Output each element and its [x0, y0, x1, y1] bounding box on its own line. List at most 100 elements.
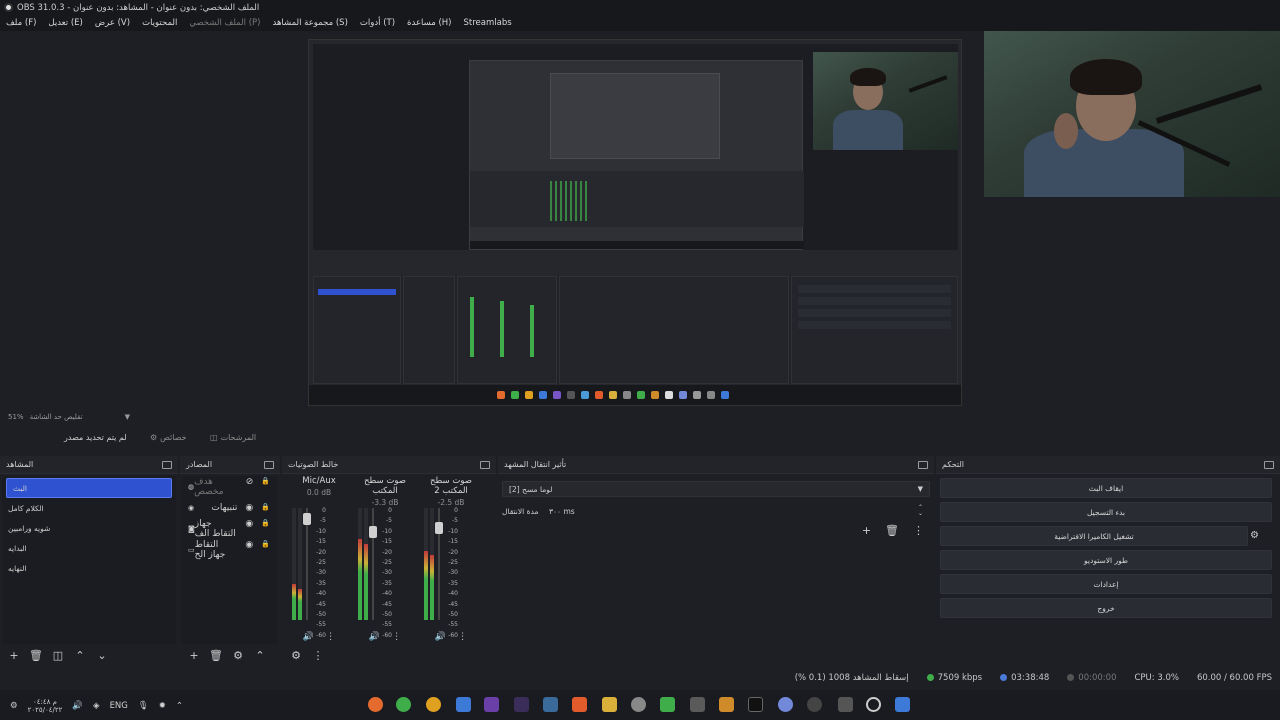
control-button[interactable]: تشغيل الكاميرا الافتراضية — [940, 526, 1248, 546]
remove-source-button[interactable]: 🗑 — [206, 646, 226, 664]
channel-menu-icon[interactable]: ⋮ — [392, 632, 401, 642]
spin-arrows-icon[interactable]: ⌃ ⌄ — [918, 505, 923, 517]
undock-icon[interactable] — [1264, 460, 1274, 469]
undock-icon[interactable] — [918, 460, 928, 469]
menu-item[interactable]: المحتويات — [142, 18, 177, 28]
mute-speaker-icon[interactable]: 🔊 — [435, 632, 446, 642]
steam-icon[interactable] — [543, 697, 558, 712]
lock-icon[interactable]: 🔒 — [261, 477, 270, 497]
mixer-settings-button[interactable]: ⚙ — [286, 646, 306, 664]
add-source-button[interactable]: + — [184, 646, 204, 664]
preview-area[interactable] — [0, 31, 1280, 411]
discord-icon[interactable] — [778, 697, 793, 712]
visibility-eye-icon[interactable]: ◉ — [245, 519, 253, 539]
app-icon-4[interactable] — [456, 697, 471, 712]
app-icon-6[interactable] — [514, 697, 529, 712]
move-up-button[interactable]: ⌃ — [70, 646, 90, 664]
source-item[interactable]: ◉ تنبيهات ◉ 🔒 — [182, 497, 278, 518]
volume-icon[interactable]: 🔊 — [72, 701, 83, 711]
control-button[interactable]: بدء التسجيل — [940, 502, 1272, 522]
move-down-button[interactable]: ⌄ — [92, 646, 112, 664]
filters-button[interactable]: ◫ المرشحات — [210, 433, 256, 442]
scene-item[interactable]: شويه ورامبين — [2, 518, 176, 538]
brave-icon[interactable] — [572, 697, 587, 712]
menu-item[interactable]: Streamlabs — [464, 18, 512, 28]
menu-item[interactable]: أدوات (T) — [360, 18, 395, 28]
chrome-icon[interactable] — [426, 697, 441, 712]
source-item[interactable]: ◙ جهاز التقاط الف ◉ 🔒 — [182, 518, 278, 539]
network-icon[interactable]: ◈ — [93, 701, 100, 711]
control-button[interactable]: ايقاف البث — [940, 478, 1272, 498]
control-button[interactable]: إعدادات — [940, 574, 1272, 594]
add-scene-button[interactable]: + — [4, 646, 24, 664]
channel-menu-icon[interactable]: ⋮ — [326, 632, 335, 642]
search-icon[interactable] — [866, 697, 881, 712]
app-icon-17[interactable] — [838, 697, 853, 712]
remove-transition-button[interactable]: 🗑 — [885, 524, 899, 537]
transition-select[interactable]: لوما مسح [2] ▼ — [502, 480, 930, 498]
mixer-menu-button[interactable]: ⋮ — [308, 646, 328, 664]
remove-scene-button[interactable]: 🗑 — [26, 646, 46, 664]
source-item[interactable]: ◍ هدف مخصص ⊘ 🔒 — [182, 476, 278, 497]
source-up-button[interactable]: ⌃ — [250, 646, 270, 664]
scene-filters-button[interactable]: ◫ — [48, 646, 68, 664]
menu-item[interactable]: مساعدة (H) — [407, 18, 451, 28]
lock-icon[interactable]: 🔒 — [261, 503, 270, 513]
notification-icon[interactable]: ⚙ — [10, 701, 18, 711]
brightness-icon[interactable]: ✹ — [159, 701, 166, 711]
obs-logo-icon — [4, 3, 13, 12]
app-icon-12[interactable] — [690, 697, 705, 712]
add-transition-button[interactable]: + — [862, 524, 871, 537]
nested-screen — [469, 60, 804, 250]
scene-item[interactable]: الكلام كامل — [2, 498, 176, 518]
visibility-eye-icon[interactable]: ◉ — [245, 540, 253, 560]
scene-item[interactable]: البث — [6, 478, 172, 498]
tray-chevron-icon[interactable]: ⌃ — [176, 701, 183, 711]
obs-icon[interactable] — [807, 697, 822, 712]
preview-canvas[interactable] — [308, 39, 962, 406]
control-button[interactable]: طور الاستوديو — [940, 550, 1272, 570]
menu-item[interactable]: الملف الشخصي (P) — [189, 18, 260, 28]
app-icon-5[interactable] — [484, 697, 499, 712]
undock-icon[interactable] — [264, 460, 274, 469]
properties-button[interactable]: ⚙ خصائص — [150, 433, 187, 442]
folder-icon[interactable] — [602, 697, 617, 712]
visibility-eye-icon[interactable]: ⊘ — [246, 477, 254, 497]
lock-icon[interactable]: 🔒 — [261, 540, 270, 560]
clock[interactable]: م ٠٤:٤٨ ٢٠٢٥/٠٤/٢٢ — [28, 698, 63, 714]
start-icon[interactable] — [895, 697, 910, 712]
mic-icon[interactable]: 🎙 — [138, 701, 149, 711]
visibility-eye-icon[interactable]: ◉ — [245, 503, 253, 513]
menu-item[interactable]: ملف (F) — [6, 18, 36, 28]
volume-fader[interactable] — [303, 508, 311, 620]
scene-item[interactable]: النهايه — [2, 558, 176, 578]
zoom-hint[interactable]: تقليص حد الشاشة — [30, 413, 83, 421]
app-icon-11[interactable] — [660, 697, 675, 712]
undock-icon[interactable] — [480, 460, 490, 469]
language-indicator[interactable]: ENG — [110, 701, 128, 711]
transition-menu-button[interactable]: ⋮ — [913, 524, 924, 537]
virtual-camera-settings-icon[interactable]: ⚙ — [1250, 530, 1259, 541]
source-settings-button[interactable]: ⚙ — [228, 646, 248, 664]
menu-item[interactable]: تعديل (E) — [48, 18, 82, 28]
settings-app-icon[interactable] — [631, 697, 646, 712]
tiktok-icon[interactable] — [748, 697, 763, 712]
duration-spinbox[interactable]: ٣٠٠ ms ⌃ ⌄ — [542, 503, 930, 519]
scene-item[interactable]: البدايه — [2, 538, 176, 558]
control-button[interactable]: خروج — [940, 598, 1272, 618]
menu-item[interactable]: عرض (V) — [95, 18, 130, 28]
undock-icon[interactable] — [162, 460, 172, 469]
mute-speaker-icon[interactable]: 🔊 — [369, 632, 380, 642]
mute-speaker-icon[interactable]: 🔊 — [303, 632, 314, 642]
lock-icon[interactable]: 🔒 — [261, 519, 270, 539]
channel-menu-icon[interactable]: ⋮ — [458, 632, 467, 642]
source-item[interactable]: ▭ التقاط جهاز الح ◉ 🔒 — [182, 539, 278, 560]
volume-fader[interactable] — [369, 508, 377, 620]
volume-fader[interactable] — [435, 508, 443, 620]
menu-item[interactable]: مجموعة المشاهد (S) — [272, 18, 347, 28]
app-icon-1[interactable] — [368, 697, 383, 712]
app-icon-13[interactable] — [719, 697, 734, 712]
stream-time: 03:38:48 — [1011, 673, 1050, 683]
zoom-dropdown-icon[interactable]: ▼ — [125, 413, 130, 421]
whatsapp-icon[interactable] — [396, 697, 411, 712]
